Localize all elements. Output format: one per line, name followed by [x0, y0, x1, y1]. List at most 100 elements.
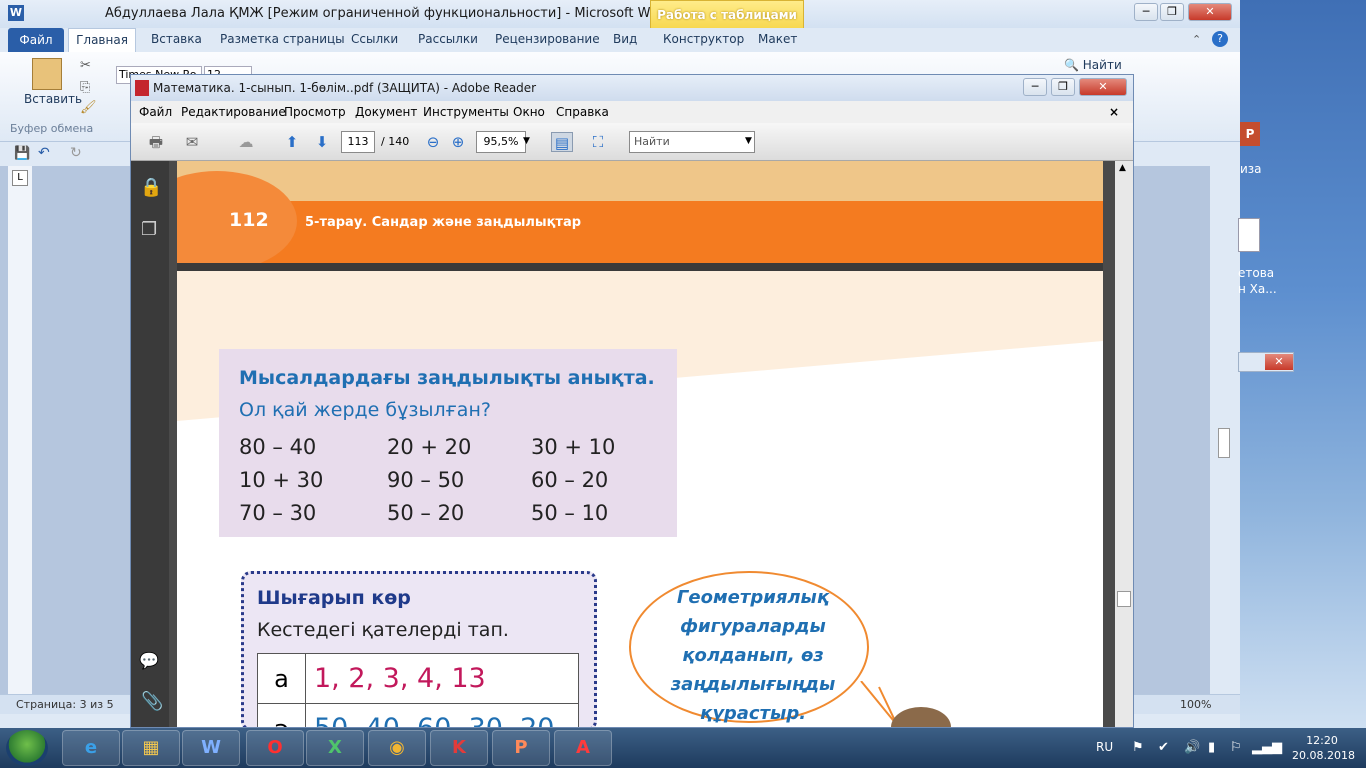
exercise-1-question: Ол қай жерде бұзылған?: [239, 399, 491, 421]
pdf-toolbar: 🖶 ✉ ☁ ⬆ ⬇ 113 / 140 ⊖ ⊕ 95,5% ▼ ▤ ⛶ Найт…: [131, 123, 1133, 161]
zoom-level-input[interactable]: 95,5%: [476, 131, 526, 153]
equation: 90 – 50: [387, 468, 465, 492]
redo-icon[interactable]: ↻: [70, 145, 82, 161]
desktop-pptx-icon[interactable]: P: [1240, 122, 1260, 146]
security-icon[interactable]: ✔: [1158, 740, 1169, 755]
page-number-input[interactable]: 113: [341, 131, 375, 153]
find-input[interactable]: Найти: [629, 131, 755, 153]
previous-page-icon[interactable]: ⬆: [281, 132, 303, 152]
menu-view[interactable]: Просмотр: [284, 105, 346, 119]
clock[interactable]: 12:20 20.08.2018: [1292, 733, 1355, 763]
binoculars-icon: 🔍: [1064, 58, 1079, 72]
pdf-scroll-thumb[interactable]: [1117, 591, 1131, 607]
adobe-reader-window: Математика. 1-сынып. 1-бөлім..pdf (ЗАЩИТ…: [130, 74, 1134, 728]
tab-review[interactable]: Рецензирование: [495, 32, 600, 46]
pdf-close-icon[interactable]: ✕: [1079, 78, 1127, 96]
kaspersky-icon[interactable]: K: [430, 730, 488, 766]
undo-icon[interactable]: ↶: [38, 145, 50, 161]
lock-icon[interactable]: 🔒: [140, 177, 162, 198]
help-icon[interactable]: ?: [1212, 31, 1228, 47]
paste-label[interactable]: Вставить: [24, 92, 82, 106]
opera-icon[interactable]: O: [246, 730, 304, 766]
tab-page-layout[interactable]: Разметка страницы: [220, 32, 345, 46]
powerpoint-icon[interactable]: P: [492, 730, 550, 766]
second-close-icon[interactable]: ✕: [1265, 354, 1293, 370]
chrome-icon[interactable]: ◉: [368, 730, 426, 766]
pdf-app-icon[interactable]: [135, 80, 149, 96]
tab-selector[interactable]: L: [12, 170, 28, 186]
menu-edit[interactable]: Редактирование: [181, 105, 286, 119]
table-tools-context-tab: Работа с таблицами: [650, 0, 804, 30]
zoom-dropdown-icon[interactable]: ▼: [523, 136, 530, 146]
format-painter-icon[interactable]: 🖌: [80, 100, 97, 115]
cut-icon[interactable]: ✂: [80, 58, 91, 73]
word-taskbar-icon[interactable]: W: [182, 730, 240, 766]
equation: 70 – 30: [239, 501, 317, 525]
tab-file[interactable]: Файл: [8, 28, 64, 52]
copy-icon[interactable]: ⎘: [80, 80, 90, 95]
minimize-icon[interactable]: ─: [1134, 3, 1158, 21]
volume-icon[interactable]: 🔊: [1184, 740, 1200, 755]
equation: 50 – 20: [387, 501, 465, 525]
attachments-icon[interactable]: 📎: [141, 691, 163, 712]
tab-layout[interactable]: Макет: [758, 32, 797, 46]
status-zoom[interactable]: 100%: [1180, 698, 1211, 711]
language-indicator[interactable]: RU: [1096, 740, 1113, 754]
find-button[interactable]: 🔍 Найти: [1064, 58, 1122, 72]
fit-width-icon[interactable]: ▤: [551, 132, 573, 152]
restore-icon[interactable]: ❐: [1160, 3, 1184, 21]
exercise-2-instruction: Кестедегі қателерді тап.: [257, 619, 509, 641]
menu-file[interactable]: Файл: [139, 105, 172, 119]
page-divider: [177, 263, 1103, 271]
pdf-page: 112 5-тарау. Сандар және заңдылықтар Мыс…: [177, 161, 1103, 727]
tab-design[interactable]: Конструктор: [663, 32, 744, 46]
zoom-in-icon[interactable]: ⊕: [447, 132, 469, 152]
pdf-minimize-icon[interactable]: ─: [1023, 78, 1047, 96]
pdf-restore-icon[interactable]: ❐: [1051, 78, 1075, 96]
save-icon[interactable]: 💾: [14, 146, 30, 161]
tab-home[interactable]: Главная: [68, 28, 136, 52]
table-row-values: 1, 2, 3, 4, 13: [306, 654, 578, 704]
tab-insert[interactable]: Вставка: [151, 32, 202, 46]
close-icon[interactable]: ✕: [1188, 3, 1232, 21]
start-button[interactable]: [6, 730, 48, 766]
tab-view[interactable]: Вид: [613, 32, 637, 46]
clock-time: 12:20: [1306, 734, 1338, 747]
battery-icon[interactable]: ▮: [1208, 740, 1215, 755]
desktop-label-1[interactable]: иза: [1240, 162, 1262, 176]
file-explorer-icon[interactable]: ▦: [122, 730, 180, 766]
print-icon[interactable]: 🖶: [145, 132, 167, 152]
close-document-icon[interactable]: ×: [1109, 105, 1119, 119]
menu-document[interactable]: Документ: [355, 105, 417, 119]
ribbon-collapse-icon[interactable]: ⌃: [1192, 33, 1201, 46]
menu-tools[interactable]: Инструменты: [423, 105, 509, 119]
adobe-reader-taskbar-icon[interactable]: A: [554, 730, 612, 766]
excel-icon[interactable]: X: [306, 730, 364, 766]
signal-icon[interactable]: ▂▄▆: [1252, 740, 1282, 755]
comments-icon[interactable]: 💬: [139, 651, 159, 670]
menu-help[interactable]: Справка: [556, 105, 609, 119]
flag-icon[interactable]: ⚐: [1230, 740, 1242, 755]
menu-window[interactable]: Окно: [513, 105, 545, 119]
paste-icon[interactable]: [32, 58, 62, 90]
network-warning-icon[interactable]: ⚑: [1132, 740, 1144, 755]
tab-mailings[interactable]: Рассылки: [418, 32, 478, 46]
status-page-count: Страница: 3 из 5: [16, 698, 114, 711]
email-icon[interactable]: ✉: [181, 132, 203, 152]
find-dropdown-icon[interactable]: ▼: [745, 136, 752, 146]
word-scroll-thumb[interactable]: [1218, 428, 1230, 458]
pages-icon[interactable]: ❐: [141, 219, 157, 240]
pdf-menubar: Файл Редактирование Просмотр Документ Ин…: [131, 101, 1133, 123]
tab-references[interactable]: Ссылки: [351, 32, 398, 46]
internet-explorer-icon[interactable]: e: [62, 730, 120, 766]
comment-icon[interactable]: ☁: [235, 132, 257, 152]
word-app-icon[interactable]: W: [8, 5, 24, 21]
page-number: 112: [229, 209, 269, 231]
desktop-label-2[interactable]: етова: [1238, 266, 1274, 280]
desktop-doc-icon[interactable]: [1238, 218, 1260, 252]
desktop-label-3[interactable]: н Ха...: [1238, 282, 1277, 296]
scroll-up-icon[interactable]: ▲: [1119, 163, 1126, 173]
fit-page-icon[interactable]: ⛶: [587, 132, 609, 152]
zoom-out-icon[interactable]: ⊖: [422, 132, 444, 152]
next-page-icon[interactable]: ⬇: [311, 132, 333, 152]
